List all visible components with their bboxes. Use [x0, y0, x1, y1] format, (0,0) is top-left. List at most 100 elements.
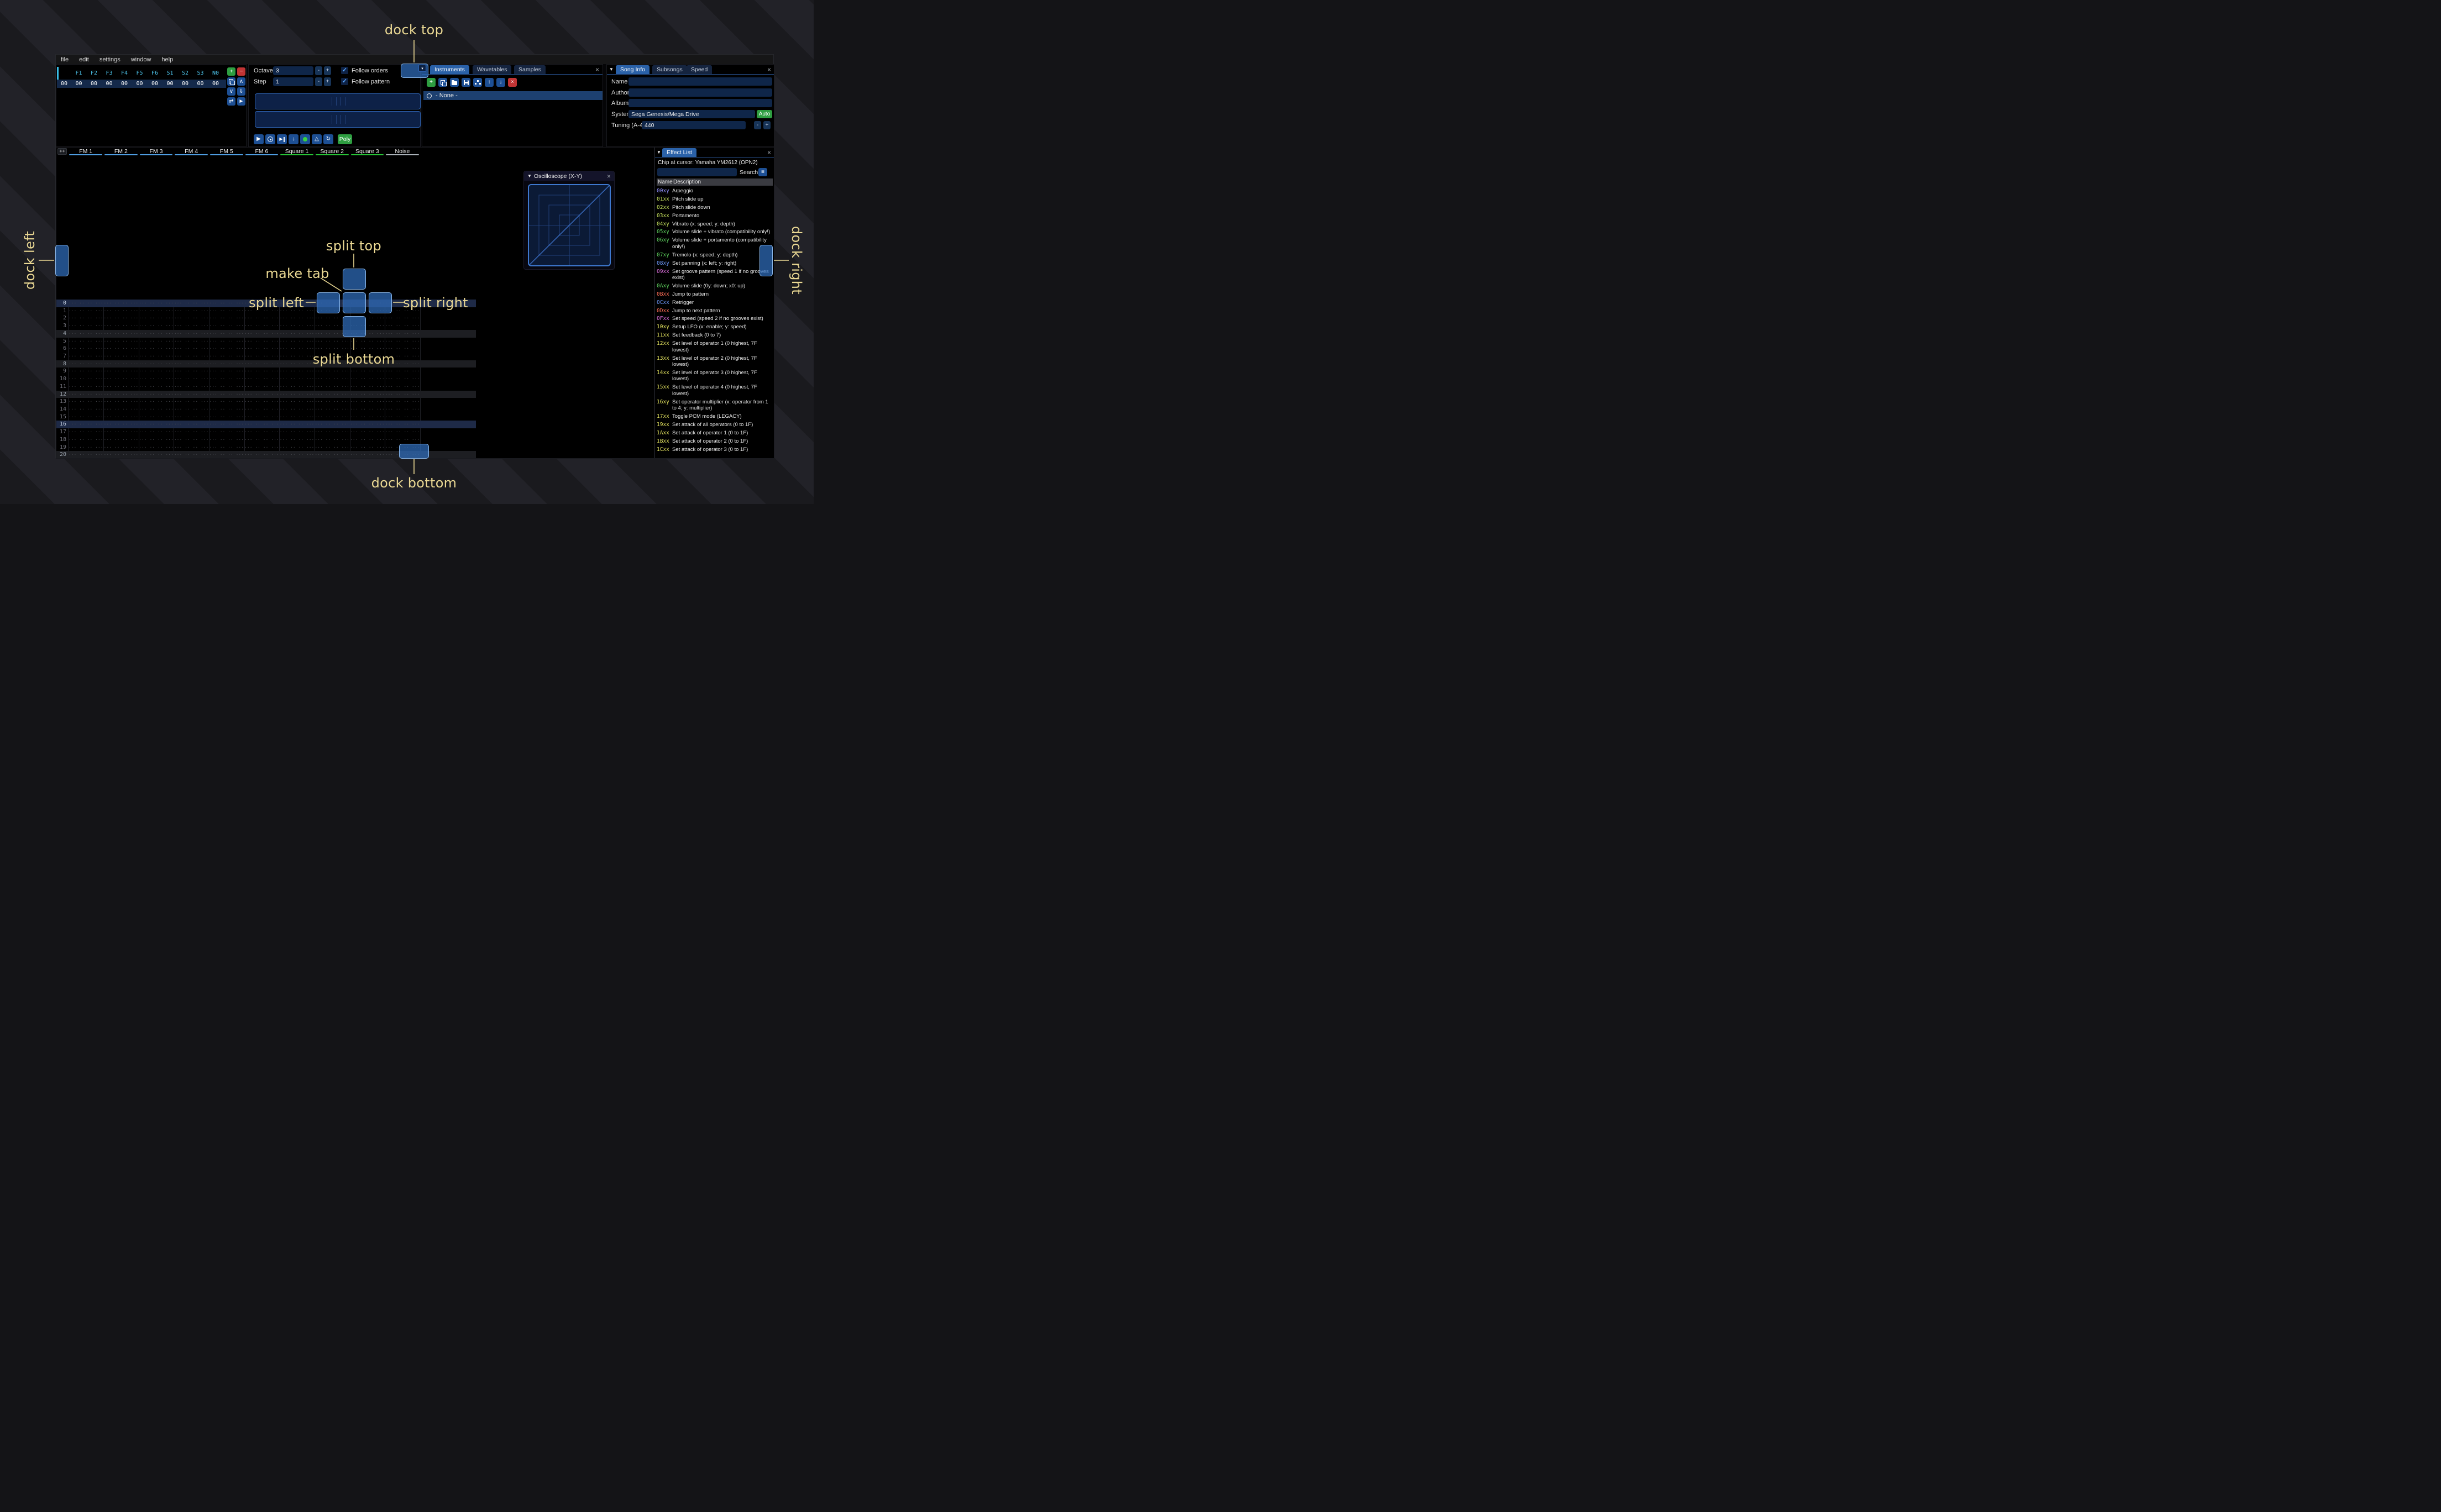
pattern-cell[interactable]: ··· ·· ·· ··· [103, 339, 139, 345]
order-value-cell[interactable]: 00 [208, 81, 223, 87]
pattern-cell[interactable]: ··· ·· ·· ··· [68, 369, 103, 375]
instrument-add-button[interactable]: + [427, 78, 436, 87]
effect-row-12xx[interactable]: 12xx Set level of operator 1 (0 highest, … [657, 340, 773, 353]
pattern-row-12[interactable]: 12 ··· ·· ·· ··· ··· ·· ·· ··· ··· ·· ·· ··… [56, 390, 476, 398]
effect-row-06xy[interactable]: 06xy Volume slide + portamento (compatibi… [657, 237, 773, 250]
pattern-cell[interactable]: ··· ·· ·· ··· [103, 323, 139, 329]
play-from-cursor-button[interactable]: ▶ [277, 134, 287, 144]
pattern-cell[interactable]: ··· ·· ·· ··· [279, 369, 315, 375]
menu-item-settings[interactable]: settings [99, 56, 121, 63]
pattern-cell[interactable]: ··· ·· ·· ··· [244, 323, 280, 329]
pattern-cell[interactable]: ··· ·· ·· ··· [103, 422, 139, 428]
order-move-down-button[interactable]: ∨ [227, 87, 235, 96]
pattern-cell[interactable]: ··· ·· ·· ··· [174, 346, 209, 352]
pattern-cell[interactable]: ··· ·· ·· ··· [174, 331, 209, 337]
order-value-cell[interactable]: 00 [178, 81, 193, 87]
order-move-up-button[interactable]: ∧ [237, 77, 245, 86]
pattern-cell[interactable]: ··· ·· ·· ··· [68, 308, 103, 314]
pattern-cell[interactable]: ··· ·· ·· ··· [385, 339, 420, 345]
effect-row-1Cxx[interactable]: 1Cxx Set attack of operator 3 (0 to 1F) [657, 447, 773, 453]
pattern-cell[interactable]: ··· ·· ·· ··· [244, 376, 280, 382]
pattern-cell[interactable]: ··· ·· ·· ··· [209, 429, 244, 435]
pattern-cell[interactable]: ··· ·· ·· ··· [385, 392, 420, 398]
pattern-cell[interactable]: ··· ·· ·· ··· [139, 407, 174, 413]
pattern-cell[interactable]: ··· ·· ·· ··· [174, 407, 209, 413]
pattern-cell[interactable]: ··· ·· ·· ··· [139, 414, 174, 421]
effect-row-07xy[interactable]: 07xy Tremolo (x: speed; y: depth) [657, 252, 773, 259]
octave-minus-button[interactable]: - [315, 66, 322, 75]
repeat-button[interactable]: ↻ [323, 134, 333, 144]
effect-row-1Axx[interactable]: 1Axx Set attack of operator 1 (0 to 1F) [657, 430, 773, 437]
close-icon[interactable]: × [595, 66, 599, 73]
pattern-cell[interactable]: ··· ·· ·· ··· [244, 392, 280, 398]
pattern-cell[interactable]: ··· ·· ·· ··· [139, 452, 174, 458]
pattern-cell[interactable]: ··· ·· ·· ··· [139, 376, 174, 382]
pattern-cell[interactable]: ··· ·· ·· ··· [68, 361, 103, 368]
pattern-cell[interactable]: ··· ·· ·· ··· [244, 331, 280, 337]
instrument-duplicate-button[interactable] [438, 78, 447, 87]
pattern-cell[interactable]: ··· ·· ·· ··· [385, 384, 420, 390]
effect-row-0Bxx[interactable]: 0Bxx Jump to pattern [657, 291, 773, 298]
pattern-cell[interactable]: ··· ·· ·· ··· [68, 346, 103, 352]
pattern-row-15[interactable]: 15 ··· ·· ·· ··· ··· ·· ·· ··· ··· ·· ·· ··… [56, 413, 476, 421]
pattern-cell[interactable]: ··· ·· ·· ··· [174, 369, 209, 375]
pattern-cell[interactable]: ··· ·· ·· ··· [68, 354, 103, 360]
pattern-cell[interactable]: ··· ·· ·· ··· [68, 445, 103, 451]
order-value-cell[interactable]: 00 [132, 81, 147, 87]
pattern-cell[interactable]: ··· ·· ·· ··· [139, 331, 174, 337]
pattern-cell[interactable]: ··· ·· ·· ··· [350, 376, 385, 382]
tuning-plus-button[interactable]: + [763, 121, 771, 129]
pattern-cell[interactable]: ··· ·· ·· ··· [209, 384, 244, 390]
pattern-cell[interactable]: ··· ·· ·· ··· [68, 399, 103, 405]
tab-samples[interactable]: Samples [514, 65, 546, 74]
pattern-cell[interactable]: ··· ·· ·· ··· [174, 339, 209, 345]
pattern-cell[interactable]: ··· ·· ·· ··· [385, 429, 420, 435]
menu-item-help[interactable]: help [161, 56, 173, 63]
pattern-cell[interactable]: ··· ·· ·· ··· [103, 354, 139, 360]
author-input[interactable] [628, 88, 772, 97]
pattern-cell[interactable]: ··· ·· ·· ··· [68, 422, 103, 428]
step-row-button[interactable]: ↓ [289, 134, 298, 144]
effect-row-04xy[interactable]: 04xy Vibrato (x: speed; y: depth) [657, 221, 773, 228]
instrument-dir-view-button[interactable] [473, 78, 482, 87]
pattern-cell[interactable]: ··· ·· ·· ··· [174, 323, 209, 329]
pattern-cell[interactable]: ··· ·· ·· ··· [68, 316, 103, 322]
pattern-cell[interactable]: ··· ·· ·· ··· [209, 316, 244, 322]
pattern-cell[interactable]: ··· ·· ·· ··· [209, 354, 244, 360]
dock-target-right[interactable] [759, 245, 773, 276]
pattern-cell[interactable]: ··· ·· ·· ··· [209, 392, 244, 398]
order-value-cell[interactable]: 00 [117, 81, 132, 87]
effect-row-0Dxx[interactable]: 0Dxx Jump to next pattern [657, 308, 773, 314]
pattern-cell[interactable]: ··· ·· ·· ··· [315, 339, 350, 345]
step-plus-button[interactable]: + [324, 77, 331, 86]
split-target-left[interactable] [317, 292, 340, 313]
pattern-cell[interactable]: ··· ·· ·· ··· [103, 301, 139, 307]
pattern-row-2[interactable]: 2 ··· ·· ·· ··· ··· ·· ·· ··· ··· ·· ·· ···… [56, 314, 476, 322]
pattern-cell[interactable]: ··· ·· ·· ··· [68, 323, 103, 329]
pattern-cell[interactable]: ··· ·· ·· ··· [174, 437, 209, 443]
pattern-cell[interactable]: ··· ·· ·· ··· [174, 452, 209, 458]
record-button[interactable] [300, 134, 310, 144]
pattern-cell[interactable]: ··· ·· ·· ··· [139, 354, 174, 360]
pattern-cell[interactable]: ··· ·· ·· ··· [103, 445, 139, 451]
pattern-cell[interactable]: ··· ·· ·· ··· [139, 323, 174, 329]
effect-row-0Axy[interactable]: 0Axy Volume slide (0y: down; x0: up) [657, 283, 773, 290]
pattern-cell[interactable]: ··· ·· ·· ··· [385, 331, 420, 337]
pattern-cell[interactable]: ··· ·· ·· ··· [103, 369, 139, 375]
pattern-cell[interactable]: ··· ·· ·· ··· [385, 399, 420, 405]
pattern-cell[interactable]: ··· ·· ·· ··· [315, 376, 350, 382]
close-icon[interactable]: × [607, 173, 611, 180]
pattern-cell[interactable]: ··· ·· ·· ··· [103, 316, 139, 322]
instrument-move-down-button[interactable]: ↓ [496, 78, 505, 87]
tuning-minus-button[interactable]: - [754, 121, 761, 129]
auto-system-button[interactable]: Auto [757, 110, 772, 118]
instrument-move-up-button[interactable]: ↑ [485, 78, 494, 87]
pattern-cell[interactable]: ··· ·· ·· ··· [209, 361, 244, 368]
pattern-cell[interactable]: ··· ·· ·· ··· [174, 392, 209, 398]
pattern-cell[interactable]: ··· ·· ·· ··· [68, 452, 103, 458]
pattern-cell[interactable]: ··· ·· ·· ··· [68, 301, 103, 307]
pattern-cell[interactable]: ··· ·· ·· ··· [174, 308, 209, 314]
order-value-cell[interactable]: 00 [102, 81, 117, 87]
pattern-cell[interactable]: ··· ·· ·· ··· [209, 323, 244, 329]
pattern-cell[interactable]: ··· ·· ·· ··· [103, 361, 139, 368]
